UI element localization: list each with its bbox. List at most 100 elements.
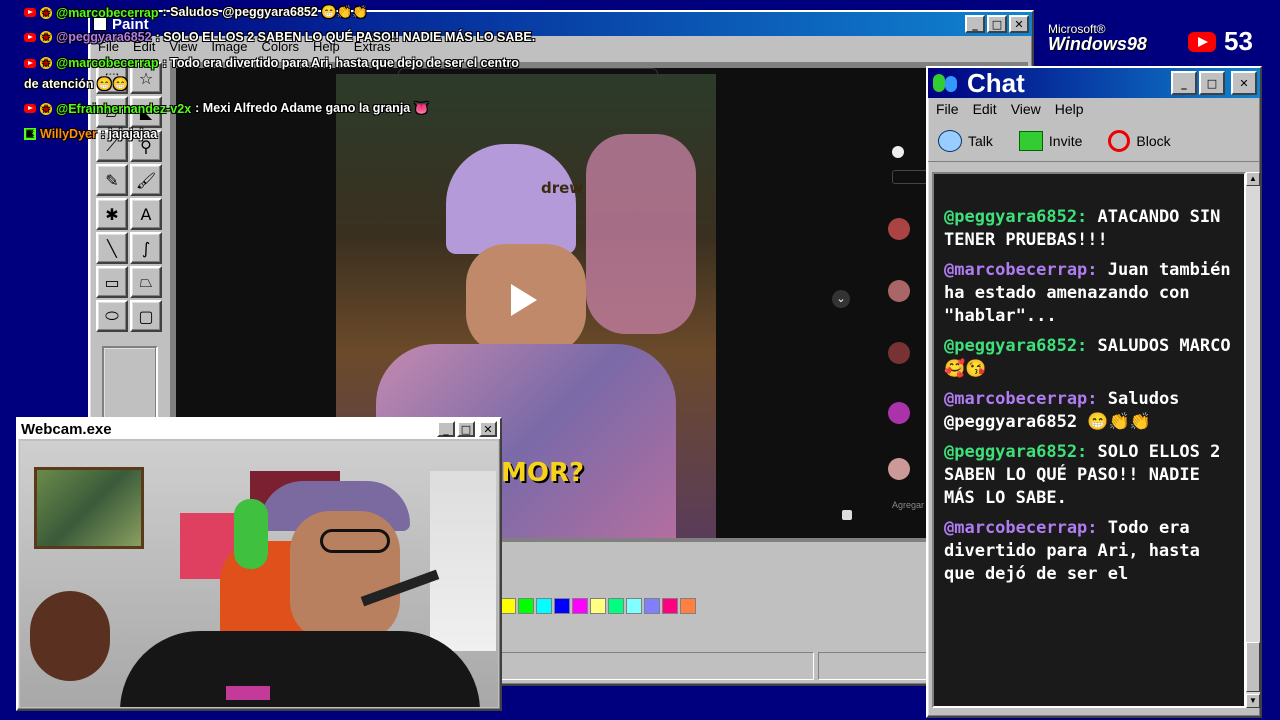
overlay-chat-line: K WillyDyer : jajajajaa xyxy=(24,127,157,141)
brush-icon[interactable]: 🖌 xyxy=(130,164,162,196)
overlay-username: WillyDyer xyxy=(40,127,97,141)
youtube-icon xyxy=(1188,31,1216,52)
color-swatch[interactable] xyxy=(626,598,642,614)
chat-message: @marcobecerrap: Saludos @peggyara6852 😁👏… xyxy=(944,388,1234,434)
hat-label: drew xyxy=(541,179,584,197)
badge-icon: ★ xyxy=(40,31,52,43)
badge-icon: ★ xyxy=(40,6,52,19)
color-palette xyxy=(500,598,696,614)
pencil-icon[interactable]: ✎ xyxy=(96,164,128,196)
chat-message: @peggyara6852: SALUDOS MARCO 🥰😘 xyxy=(944,335,1234,381)
overlay-text: : Todo era divertido para Ari, hasta que… xyxy=(162,56,519,70)
talk-button[interactable]: Talk xyxy=(938,129,993,152)
airbrush-icon[interactable]: ✱ xyxy=(96,198,128,230)
like-icon[interactable] xyxy=(892,146,904,158)
scroll-down-icon[interactable]: ▼ xyxy=(1246,694,1260,708)
color-swatch[interactable] xyxy=(680,598,696,614)
chat-titlebar[interactable]: Chat _ □ ✕ xyxy=(928,68,1260,98)
chat-username[interactable]: @marcobecerrap: xyxy=(944,260,1098,280)
youtube-icon xyxy=(24,32,36,42)
text-icon[interactable]: A xyxy=(130,198,162,230)
color-swatch[interactable] xyxy=(662,598,678,614)
chat-username[interactable]: @peggyara6852: xyxy=(944,442,1087,462)
chat-username[interactable]: @peggyara6852: xyxy=(944,207,1087,227)
kick-icon: K xyxy=(24,128,36,140)
color-swatch[interactable] xyxy=(518,598,534,614)
viewer-counter: 53 xyxy=(1188,26,1253,57)
color-swatch[interactable] xyxy=(608,598,624,614)
video-caption: MOR? xyxy=(501,458,585,488)
volume-icon[interactable] xyxy=(842,510,852,520)
color-swatch[interactable] xyxy=(500,598,516,614)
chat-scrollbar[interactable]: ▲ ▼ xyxy=(1246,172,1260,708)
rectangle-icon[interactable]: ▭ xyxy=(96,266,128,298)
line-icon[interactable]: ╲ xyxy=(96,232,128,264)
minimize-icon[interactable]: _ xyxy=(437,421,455,437)
chevron-down-icon[interactable]: ⌄ xyxy=(832,290,850,308)
chat-username[interactable]: @marcobecerrap: xyxy=(944,389,1098,409)
webcam-titlebar[interactable]: Webcam.exe _ □ ✕ xyxy=(18,419,500,439)
windows98-logo: Microsoft® Windows98 xyxy=(1048,22,1147,54)
maximize-icon[interactable]: □ xyxy=(457,421,475,437)
chat-toolbar: Talk Invite Block xyxy=(928,120,1260,162)
shelf-toys xyxy=(430,471,496,651)
maximize-icon[interactable]: □ xyxy=(1199,71,1225,95)
color-swatch[interactable] xyxy=(536,598,552,614)
chat-log: @peggyara6852: ATACANDO SIN TENER PRUEBA… xyxy=(932,172,1246,708)
scroll-thumb[interactable] xyxy=(1246,642,1260,692)
ellipse-icon[interactable]: ⬭ xyxy=(96,300,128,332)
block-icon xyxy=(1108,129,1131,152)
overlay-chat-line: de atención 😁😁 xyxy=(24,77,128,92)
viewer-count: 53 xyxy=(1224,26,1253,56)
scroll-up-icon[interactable]: ▲ xyxy=(1246,172,1260,186)
color-swatch[interactable] xyxy=(590,598,606,614)
close-icon[interactable]: ✕ xyxy=(1009,15,1029,33)
close-icon[interactable]: ✕ xyxy=(479,421,497,437)
close-icon[interactable]: ✕ xyxy=(1231,71,1257,95)
overlay-chat-line: ★ @peggyara6852 : SOLO ELLOS 2 SABEN LO Q… xyxy=(24,30,535,44)
overlay-text: de atención 😁😁 xyxy=(24,77,129,91)
paint-toolbox: ⬚ ☆ ▱ ◣ ⟋ ⚲ ✎ 🖌 ✱ A ╲ ∫ ▭ ⏢ ⬭ ▢ xyxy=(96,62,168,436)
rounded-rect-icon[interactable]: ▢ xyxy=(130,300,162,332)
curve-icon[interactable]: ∫ xyxy=(130,232,162,264)
chat-menu-file[interactable]: File xyxy=(936,101,959,117)
overlay-username: @peggyara6852 xyxy=(56,30,152,44)
headset xyxy=(234,499,268,569)
avatar xyxy=(888,342,910,364)
bg-person xyxy=(586,134,696,334)
polygon-icon[interactable]: ⏢ xyxy=(130,266,162,298)
avatar xyxy=(888,458,910,480)
chat-menu-edit[interactable]: Edit xyxy=(973,101,997,117)
invite-button[interactable]: Invite xyxy=(1018,130,1082,151)
glasses xyxy=(320,529,390,553)
youtube-icon xyxy=(24,8,36,17)
chat-username[interactable]: @marcobecerrap: xyxy=(944,518,1098,538)
badge-icon: ★ xyxy=(40,57,52,69)
overlay-text: : Saludos @peggyara6852 😁👏👏 xyxy=(162,5,368,19)
logo-line2: Windows98 xyxy=(1048,34,1147,54)
talk-icon xyxy=(938,129,962,152)
chat-message: @marcobecerrap: Juan también ha estado a… xyxy=(944,259,1234,328)
chat-menubar: File Edit View Help xyxy=(928,98,1260,120)
block-button[interactable]: Block xyxy=(1108,129,1171,152)
streamer-shirt xyxy=(120,631,480,707)
chat-username[interactable]: @peggyara6852: xyxy=(944,336,1087,356)
color-swatch[interactable] xyxy=(572,598,588,614)
color-swatch[interactable] xyxy=(554,598,570,614)
chat-menu-help[interactable]: Help xyxy=(1055,101,1084,117)
play-icon[interactable] xyxy=(511,284,537,316)
overlay-text: : SOLO ELLOS 2 SABEN LO QUÉ PASO!! NADIE… xyxy=(155,30,536,44)
maximize-icon[interactable]: □ xyxy=(987,15,1007,33)
webcam-feed xyxy=(20,441,498,707)
avatar xyxy=(888,402,910,424)
badge-icon: ★ xyxy=(40,102,52,115)
minimize-icon[interactable]: _ xyxy=(1171,71,1197,95)
chat-menu-view[interactable]: View xyxy=(1011,101,1041,117)
people-icon xyxy=(931,72,961,94)
chat-title: Chat xyxy=(967,67,1025,98)
overlay-chat-line: ★ @Efrainhernandez-v2x : Mexi Alfredo Ada… xyxy=(24,101,429,116)
minimize-icon[interactable]: _ xyxy=(965,15,985,33)
webcam-title: Webcam.exe xyxy=(21,420,112,438)
color-swatch[interactable] xyxy=(644,598,660,614)
avatar xyxy=(888,280,910,302)
